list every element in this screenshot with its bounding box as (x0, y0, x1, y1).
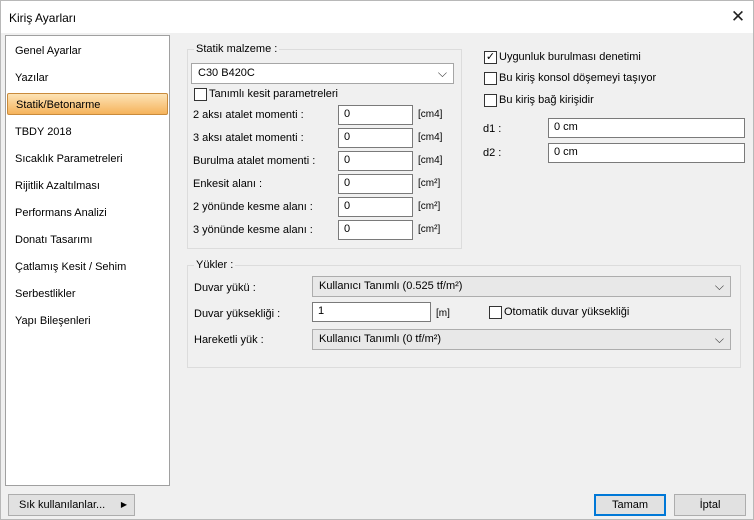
loads-legend: Yükler : (196, 259, 234, 271)
ok-button[interactable]: Tamam (594, 494, 666, 516)
param-unit-i2: [cm4] (418, 109, 443, 120)
frequent-settings-button[interactable]: Sık kullanılanlar... ▶ (8, 494, 135, 516)
wall-load-label: Duvar yükü : (194, 282, 256, 294)
title-bar: Kiriş Ayarları ✕ (1, 1, 753, 33)
param-input-shear2[interactable]: 0 (338, 197, 413, 217)
window-title: Kiriş Ayarları (9, 11, 77, 25)
cantilever-slab-checkbox[interactable] (484, 72, 497, 85)
sidebar-item-tbdy-2018[interactable]: TBDY 2018 (7, 121, 168, 143)
d2-input[interactable]: 0 cm (548, 143, 745, 163)
d1-input[interactable]: 0 cm (548, 118, 745, 138)
statik-malzeme-legend: Statik malzeme : (196, 43, 278, 55)
live-load-value: Kullanıcı Tanımlı (0 tf/m²) (319, 333, 442, 345)
param-label-area: Enkesit alanı : (193, 178, 263, 190)
chevron-down-icon: ⌵ (714, 332, 724, 346)
sidebar-item-performans[interactable]: Performans Analizi (7, 202, 168, 224)
settings-panel: Statik malzeme : C30 B420C ⌵ Tanımlı kes… (177, 35, 753, 486)
settings-nav: Genel Ayarlar Yazılar Statik/Betonarme T… (5, 35, 170, 486)
param-label-torsion: Burulma atalet momenti : (193, 155, 316, 167)
sidebar-item-rijitlik[interactable]: Rijitlik Azaltılması (7, 175, 168, 197)
wall-load-select[interactable]: Kullanıcı Tanımlı (0.525 tf/m²) ⌵ (312, 276, 731, 297)
sidebar-item-sicaklik[interactable]: Sıcaklık Parametreleri (7, 148, 168, 170)
cancel-button[interactable]: İptal (674, 494, 746, 516)
param-unit-i3: [cm4] (418, 132, 443, 143)
sidebar-item-statik-betonarme[interactable]: Statik/Betonarme (7, 93, 168, 115)
dialog-window: Kiriş Ayarları ✕ Genel Ayarlar Yazılar S… (0, 0, 754, 520)
triangle-right-icon: ▶ (120, 500, 127, 509)
sidebar-item-catlamis-kesit[interactable]: Çatlamış Kesit / Sehim (7, 256, 168, 278)
param-input-i2[interactable]: 0 (338, 105, 413, 125)
custom-section-label: Tanımlı kesit parametreleri (209, 88, 338, 100)
param-label-shear3: 3 yönünde kesme alanı : (193, 224, 313, 236)
param-input-area[interactable]: 0 (338, 174, 413, 194)
param-input-torsion[interactable]: 0 (338, 151, 413, 171)
param-input-i3[interactable]: 0 (338, 128, 413, 148)
param-input-shear3[interactable]: 0 (338, 220, 413, 240)
material-value: C30 B420C (198, 67, 255, 79)
param-label-i3: 3 aksı atalet momenti : (193, 132, 304, 144)
wall-load-value: Kullanıcı Tanımlı (0.525 tf/m²) (319, 280, 463, 292)
sidebar-item-serbestlikler[interactable]: Serbestlikler (7, 283, 168, 305)
live-load-select[interactable]: Kullanıcı Tanımlı (0 tf/m²) ⌵ (312, 329, 731, 350)
sidebar-item-genel-ayarlar[interactable]: Genel Ayarlar (7, 40, 168, 62)
custom-section-checkbox[interactable] (194, 88, 207, 101)
close-icon[interactable]: ✕ (725, 6, 751, 28)
sidebar-item-donati[interactable]: Donatı Tasarımı (7, 229, 168, 251)
torsion-check-label: Uygunluk burulması denetimi (499, 51, 641, 63)
frequent-settings-label: Sık kullanılanlar... (19, 499, 106, 511)
param-unit-torsion: [cm4] (418, 155, 443, 166)
cantilever-slab-label: Bu kiriş konsol döşemeyi taşıyor (499, 72, 657, 84)
auto-height-checkbox[interactable] (489, 306, 502, 319)
param-label-i2: 2 aksı atalet momenti : (193, 109, 304, 121)
sidebar-item-yapi-bilesenleri[interactable]: Yapı Bileşenleri (7, 310, 168, 332)
auto-height-label: Otomatik duvar yüksekliği (504, 306, 630, 318)
chevron-down-icon: ⌵ (437, 66, 447, 80)
param-unit-shear2: [cm²] (418, 201, 441, 212)
d2-label: d2 : (483, 147, 502, 159)
chevron-down-icon: ⌵ (714, 279, 724, 293)
torsion-check-checkbox[interactable]: ✓ (484, 51, 497, 64)
param-unit-area: [cm²] (418, 178, 441, 189)
wall-height-label: Duvar yüksekliği : (194, 308, 281, 320)
param-unit-shear3: [cm²] (418, 224, 441, 235)
tie-beam-checkbox[interactable] (484, 94, 497, 107)
param-label-shear2: 2 yönünde kesme alanı : (193, 201, 313, 213)
sidebar-item-yazilar[interactable]: Yazılar (7, 67, 168, 89)
tie-beam-label: Bu kiriş bağ kirişidir (499, 94, 594, 106)
material-select[interactable]: C30 B420C ⌵ (191, 63, 454, 84)
d1-label: d1 : (483, 123, 502, 135)
checkmark-icon: ✓ (485, 51, 496, 63)
wall-height-input[interactable]: 1 (312, 302, 431, 322)
wall-height-unit: [m] (436, 308, 450, 319)
live-load-label: Hareketli yük : (194, 334, 264, 346)
